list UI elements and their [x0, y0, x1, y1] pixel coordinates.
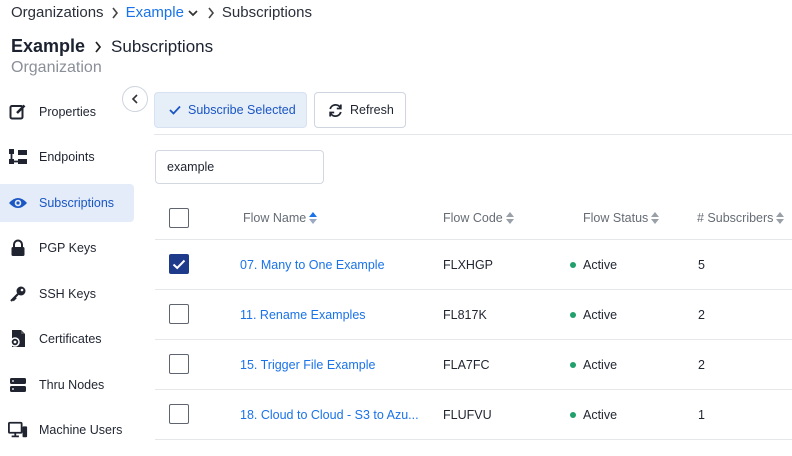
chevron-right-icon	[104, 7, 126, 19]
breadcrumb-current: Subscriptions	[221, 4, 312, 21]
sidebar-item-label: Properties	[39, 105, 96, 119]
endpoints-icon	[8, 147, 28, 167]
status-dot	[570, 312, 576, 318]
sidebar-item-subscriptions[interactable]: Subscriptions	[0, 184, 134, 222]
sidebar-item-machine-users[interactable]: Machine Users	[0, 411, 134, 449]
flow-name-link[interactable]: 11. Rename Examples	[240, 308, 366, 322]
column-header-flow-status[interactable]: Flow Status	[583, 211, 660, 225]
key-icon	[8, 284, 28, 304]
chevron-right-icon	[85, 40, 111, 53]
sidebar-item-pgp-keys[interactable]: PGP Keys	[0, 229, 134, 267]
chevron-right-icon	[200, 7, 222, 19]
row-checkbox[interactable]	[169, 354, 189, 374]
machine-user-icon	[8, 420, 28, 440]
check-icon	[169, 104, 181, 118]
subscribe-selected-button[interactable]: Subscribe Selected	[154, 92, 307, 128]
sidebar-item-label: Certificates	[39, 332, 102, 346]
sort-icon	[505, 212, 514, 224]
flow-code: FL817K	[443, 308, 487, 322]
status-dot	[570, 412, 576, 418]
certificate-icon	[8, 329, 28, 349]
flow-status: Active	[583, 408, 618, 422]
collapse-sidebar-button[interactable]	[122, 86, 148, 112]
flow-status: Active	[583, 358, 618, 372]
sidebar-item-ssh-keys[interactable]: SSH Keys	[0, 275, 134, 313]
sidebar-item-label: Subscriptions	[39, 196, 115, 210]
subscriber-count: 5	[698, 258, 705, 272]
eye-icon	[8, 193, 28, 213]
flow-name-link[interactable]: 07. Many to One Example	[240, 258, 385, 272]
row-checkbox[interactable]	[169, 304, 189, 324]
flow-code: FLUFVU	[443, 408, 492, 422]
row-divider	[155, 439, 792, 440]
flow-status: Active	[583, 258, 618, 272]
sidebar-item-properties[interactable]: Properties	[0, 93, 134, 131]
sort-icon	[776, 212, 785, 224]
subscriber-count: 2	[698, 358, 705, 372]
flow-name-link[interactable]: 18. Cloud to Cloud - S3 to Azu...	[240, 408, 419, 422]
subscriber-count: 2	[698, 308, 705, 322]
column-header-flow-code[interactable]: Flow Code	[443, 211, 514, 225]
page-subtitle: Organization	[11, 59, 102, 76]
column-header-subscribers[interactable]: # Subscribers	[697, 211, 785, 225]
flow-name-link[interactable]: 15. Trigger File Example	[240, 358, 375, 372]
row-divider	[155, 389, 792, 390]
row-divider	[155, 239, 792, 240]
status-dot	[570, 362, 576, 368]
breadcrumb-org-example[interactable]: Example	[126, 4, 184, 21]
subscribe-selected-label: Subscribe Selected	[188, 103, 296, 117]
row-divider	[155, 339, 792, 340]
select-all-checkbox[interactable]	[169, 208, 189, 228]
page-title-org[interactable]: Example	[11, 36, 85, 57]
sidebar-item-label: PGP Keys	[39, 241, 97, 255]
column-header-label: # Subscribers	[697, 211, 774, 225]
sidebar-item-certificates[interactable]: Certificates	[0, 320, 134, 358]
chevron-left-icon	[131, 94, 138, 104]
sort-asc-icon	[309, 212, 318, 224]
sidebar-item-endpoints[interactable]: Endpoints	[0, 138, 134, 176]
flow-status: Active	[583, 308, 618, 322]
page-title-section: Subscriptions	[111, 36, 214, 56]
server-icon	[8, 375, 28, 395]
breadcrumb-organizations[interactable]: Organizations	[11, 4, 104, 21]
sidebar-item-label: Machine Users	[39, 423, 123, 437]
lock-icon	[8, 238, 28, 258]
refresh-button[interactable]: Refresh	[314, 92, 406, 128]
column-header-flow-name[interactable]: Flow Name	[243, 211, 318, 225]
row-divider	[155, 289, 792, 290]
edit-icon	[8, 102, 28, 122]
sidebar-item-thru-nodes[interactable]: Thru Nodes	[0, 366, 134, 404]
sidebar-item-label: SSH Keys	[39, 287, 96, 301]
column-header-label: Flow Status	[583, 211, 649, 225]
column-header-label: Flow Code	[443, 211, 503, 225]
subscriber-count: 1	[698, 408, 705, 422]
check-icon	[172, 259, 186, 269]
refresh-icon	[328, 103, 343, 121]
row-checkbox-checked[interactable]	[169, 254, 189, 274]
page-title: Example Subscriptions	[11, 36, 213, 57]
column-header-label: Flow Name	[243, 211, 307, 225]
sidebar-item-label: Endpoints	[39, 150, 95, 164]
search-input[interactable]	[155, 150, 324, 184]
toolbar-divider	[154, 134, 792, 135]
refresh-label: Refresh	[350, 103, 394, 117]
sidebar-item-label: Thru Nodes	[39, 378, 105, 392]
sort-icon	[651, 212, 660, 224]
status-dot	[570, 262, 576, 268]
flow-code: FLA7FC	[443, 358, 490, 372]
flow-code: FLXHGP	[443, 258, 494, 272]
chevron-down-icon[interactable]	[188, 9, 198, 17]
breadcrumb: Organizations Example Subscriptions	[11, 4, 312, 21]
row-checkbox[interactable]	[169, 404, 189, 424]
